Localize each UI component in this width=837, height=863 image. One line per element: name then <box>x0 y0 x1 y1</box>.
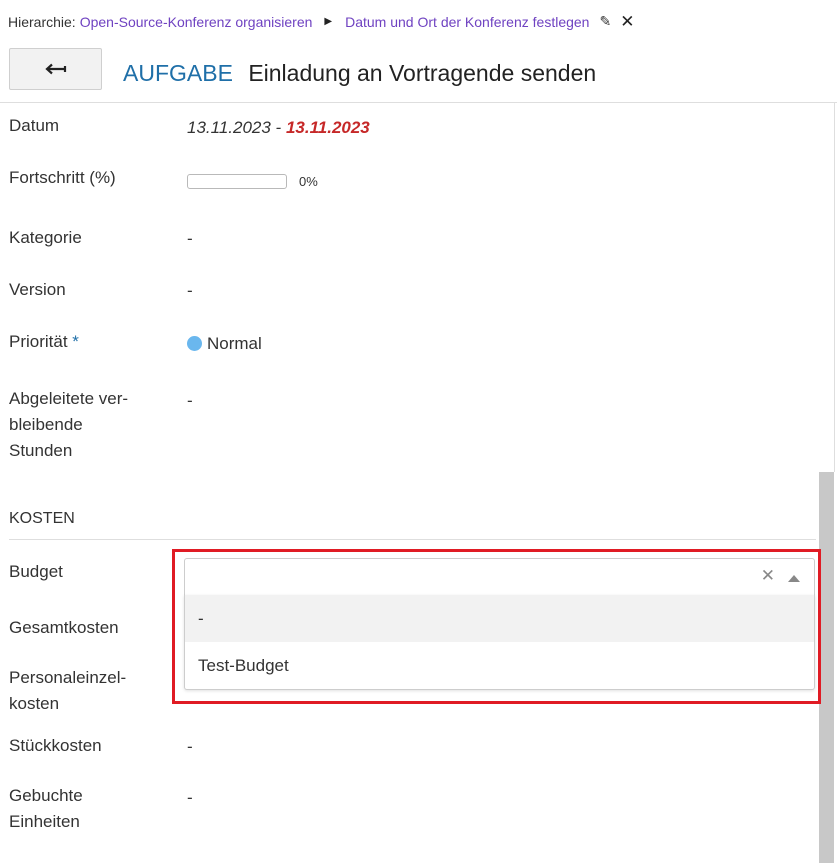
date-end: 13.11.2023 <box>285 118 370 137</box>
booked-units-label-line: Einheiten <box>9 812 80 831</box>
caret-right-icon: ▶ <box>324 16 333 27</box>
breadcrumb-label: Hierarchie: <box>8 13 76 30</box>
category-label: Kategorie <box>9 228 82 247</box>
unit-costs-value: - <box>187 737 193 756</box>
date-value[interactable]: 13.11.2023 - 13.11.2023 <box>187 118 370 138</box>
priority-text: Normal <box>207 334 262 353</box>
remaining-hours-label: Abgeleitete ver- bleibende Stunden <box>9 386 128 464</box>
unit-costs-label: Stückkosten <box>9 736 102 755</box>
work-package-type: AUFGABE <box>123 60 233 86</box>
required-mark: * <box>67 332 79 351</box>
booked-units-value: - <box>187 788 193 807</box>
labor-costs-label: Personaleinzel- kosten <box>9 665 126 717</box>
pane-border <box>834 102 835 472</box>
close-icon[interactable]: ✕ <box>620 13 634 30</box>
date-separator: - <box>270 118 286 137</box>
category-value[interactable]: - <box>187 229 193 249</box>
remaining-hours-label-line: Stunden <box>9 441 73 460</box>
progress-bar[interactable] <box>187 174 287 189</box>
work-package-subject[interactable]: Einladung an Vortragende senden <box>248 60 596 86</box>
clear-icon[interactable]: ✕ <box>761 566 775 586</box>
priority-value[interactable]: Normal <box>187 334 262 354</box>
version-value[interactable]: - <box>187 281 193 301</box>
budget-select[interactable]: ✕ <box>184 558 815 596</box>
priority-label-text: Priorität <box>9 332 68 351</box>
remaining-hours-label-line: bleibende <box>9 415 83 434</box>
breadcrumb-link-parent[interactable]: Open-Source-Konferenz organisieren <box>80 14 313 30</box>
labor-costs-label-line: Personaleinzel- <box>9 668 127 687</box>
caret-up-icon[interactable] <box>788 575 800 582</box>
booked-units-label: Gebuchte Einheiten <box>9 783 83 835</box>
total-costs-label: Gesamtkosten <box>9 618 119 637</box>
costs-section-title: KOSTEN <box>9 510 75 527</box>
priority-color-dot <box>187 336 202 351</box>
budget-option-none[interactable]: - <box>185 595 814 642</box>
budget-dropdown-menu: - Test-Budget <box>184 595 815 690</box>
remaining-hours-label-line: Abgeleitete ver- <box>9 389 129 408</box>
page-title: AUFGABE Einladung an Vortragende senden <box>123 60 596 87</box>
budget-option-test-budget[interactable]: Test-Budget <box>185 642 814 689</box>
breadcrumb: Hierarchie: Open-Source-Konferenz organi… <box>8 13 634 30</box>
pane-divider <box>0 102 837 103</box>
pencil-icon[interactable]: ✎ <box>599 13 611 30</box>
remaining-hours-value: - <box>187 391 193 410</box>
date-start: 13.11.2023 <box>187 118 271 137</box>
labor-costs-label-line: kosten <box>9 694 60 713</box>
progress-text: 0% <box>299 174 318 189</box>
booked-units-label-line: Gebuchte <box>9 786 83 805</box>
budget-label: Budget <box>9 562 63 581</box>
date-label: Datum <box>9 116 60 135</box>
scrollbar[interactable] <box>819 472 834 863</box>
breadcrumb-link-current[interactable]: Datum und Ort der Konferenz festlegen <box>345 14 589 30</box>
progress-label: Fortschritt (%) <box>9 168 116 187</box>
priority-label: Priorität * <box>9 329 79 355</box>
version-label: Version <box>9 280 66 299</box>
back-button[interactable] <box>9 48 102 90</box>
section-divider <box>9 539 816 540</box>
arrow-left-icon <box>44 63 66 75</box>
